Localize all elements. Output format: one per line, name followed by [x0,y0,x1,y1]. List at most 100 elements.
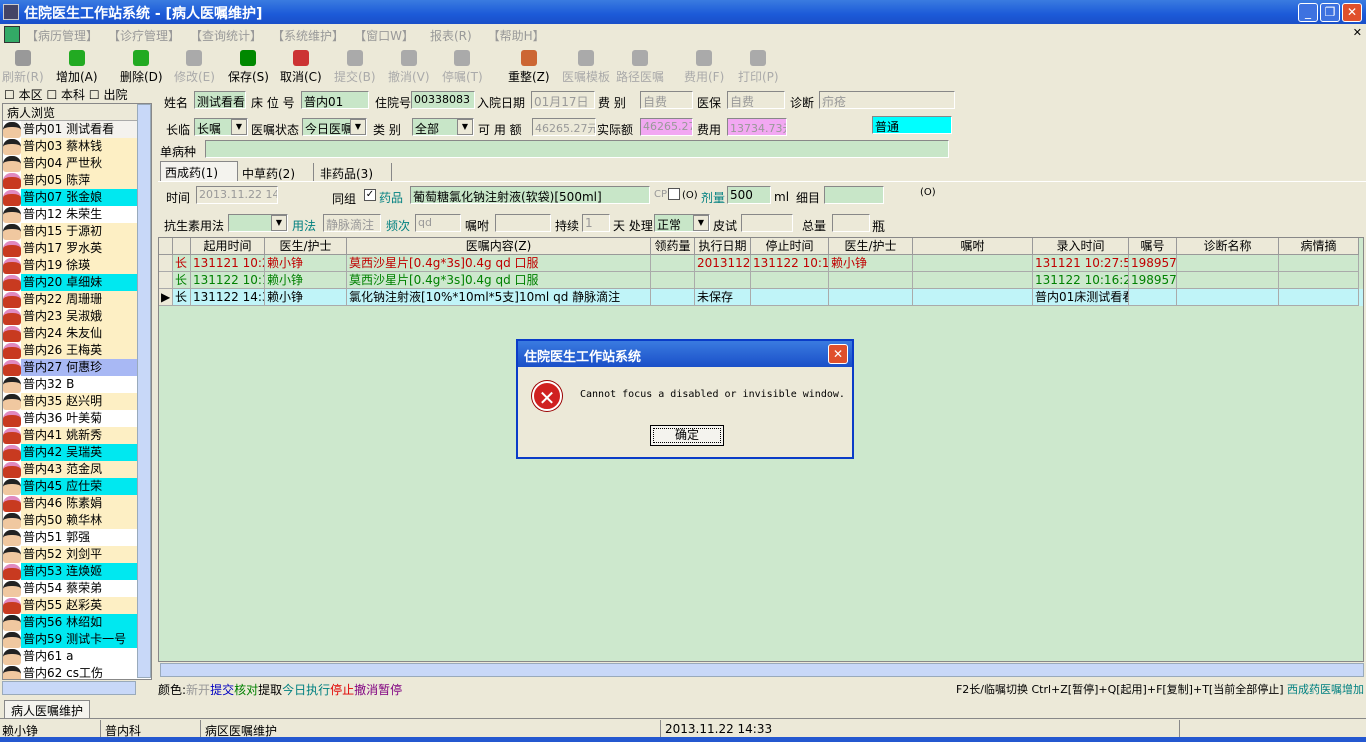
column-header[interactable]: 执行日期 [695,238,751,255]
patient-list-item[interactable]: 普内07 张金娘 [3,189,151,206]
patient-list-item[interactable]: 普内22 周珊珊 [3,291,151,308]
cp-checkbox[interactable] [668,188,680,200]
skin-test-field[interactable] [741,214,793,232]
patient-list-item[interactable]: 普内45 应仕荣 [3,478,151,495]
bed-field[interactable]: 普内01 [301,91,369,109]
column-header[interactable]: 录入时间 [1033,238,1129,255]
toolbar-button-reorganize[interactable]: 重整(Z) [508,46,550,86]
single-disease-field[interactable] [205,140,949,158]
filter-discharged-checkbox[interactable]: ☐ [89,88,100,102]
patient-list-item[interactable]: 普内19 徐瑛 [3,257,151,274]
patient-list-item[interactable]: 普内51 郭强 [3,529,151,546]
dialog-close-button[interactable]: ✕ [828,344,848,364]
patient-list-item[interactable]: 普内20 卓细妹 [3,274,151,291]
patient-list-item[interactable]: 普内59 测试卡一号 [3,631,151,648]
tab-chinese-herbal[interactable]: 中草药(2) [238,163,314,181]
antibiotic-select[interactable]: ▼ [228,214,288,232]
chevron-down-icon[interactable]: ▼ [457,119,473,135]
patient-list-item[interactable]: 普内54 蔡荣弟 [3,580,151,597]
menu-report[interactable]: 报表(R) [430,29,472,43]
column-header[interactable]: 起用时间 [191,238,265,255]
order-row[interactable]: ▶长131122 14:32赖小铮氯化钠注射液[10%*10ml*5支]10ml… [159,289,1363,306]
chevron-down-icon[interactable]: ▼ [231,119,247,135]
patient-list-item[interactable]: 普内50 赖华林 [3,512,151,529]
minimize-button[interactable]: _ [1298,3,1318,22]
drug-field[interactable]: 葡萄糖氯化钠注射液(软袋)[500ml] [410,186,650,204]
patient-list-item[interactable]: 普内05 陈萍 [3,172,151,189]
detail-field[interactable] [824,186,884,204]
patient-list-item[interactable]: 普内43 范金凤 [3,461,151,478]
patient-list-item[interactable]: 普内35 赵兴明 [3,393,151,410]
column-header[interactable] [173,238,191,255]
patient-list-item[interactable]: 普内52 刘剑平 [3,546,151,563]
menu-window[interactable]: 【窗口W】 [360,29,414,43]
tab-western-medicine[interactable]: 西成药(1) [160,161,238,182]
toolbar-button-save[interactable]: 保存(S) [228,46,269,86]
menu-help[interactable]: 【帮助H】 [488,29,545,43]
grid-hscrollbar[interactable] [160,663,1364,677]
patient-list-item[interactable]: 普内41 姚新秀 [3,427,151,444]
order-row[interactable]: 长131121 10:28赖小铮莫西沙星片[0.4g*3s]0.4g qd 口服… [159,255,1363,272]
window-tab-orders[interactable]: 病人医嘱维护 [4,700,90,718]
inpatient-no-field[interactable]: 00338083 [411,91,475,109]
menu-treatment[interactable]: 【诊疗管理】 [114,29,180,43]
column-header[interactable]: 嘱咐 [913,238,1033,255]
patient-list-item[interactable]: 普内42 吴瑞英 [3,444,151,461]
patient-list-item[interactable]: 普内32 B [3,376,151,393]
patient-list-item[interactable]: 普内12 朱荣生 [3,206,151,223]
name-field[interactable]: 测试看看 [194,91,246,109]
patient-list-vscrollbar[interactable] [137,104,151,678]
column-header[interactable]: 医嘱内容(Z) [347,238,651,255]
patient-list-item[interactable]: 普内24 朱友仙 [3,325,151,342]
filter-area-checkbox[interactable]: ☐ [4,88,15,102]
column-header[interactable]: 领药量 [651,238,695,255]
dialog-ok-button[interactable]: 确定 [650,425,724,446]
menu-query[interactable]: 【查询统计】 [196,29,262,43]
dose-field[interactable]: 500 [727,186,771,204]
duration-field[interactable]: 1 [582,214,610,232]
column-header[interactable]: 嘱号 [1129,238,1177,255]
patient-list-item[interactable]: 普内55 赵彩英 [3,597,151,614]
menu-medical-records[interactable]: 【病历管理】 [26,29,98,43]
close-button[interactable]: ✕ [1342,3,1362,22]
order-status-select[interactable]: 今日医嘱 ▼ [302,118,367,136]
chevron-down-icon[interactable]: ▼ [350,119,366,135]
patient-list-item[interactable]: 普内04 严世秋 [3,155,151,172]
restore-button[interactable]: ❐ [1320,3,1340,22]
group-checkbox[interactable]: ✓ [364,189,376,201]
column-header[interactable]: 病情摘 [1279,238,1359,255]
category-select[interactable]: 全部 ▼ [412,118,474,136]
column-header[interactable]: 停止时间 [751,238,829,255]
patient-list-item[interactable]: 普内56 林绍如 [3,614,151,631]
patient-list-item[interactable]: 普内46 陈素娟 [3,495,151,512]
chevron-down-icon[interactable]: ▼ [693,215,709,231]
mdi-close-button[interactable]: ✕ [1353,26,1362,39]
patient-list-item[interactable]: 普内03 蔡林钱 [3,138,151,155]
toolbar-button-add[interactable]: 增加(A) [56,46,98,86]
note-field[interactable] [495,214,551,232]
patient-list-item[interactable]: 普内15 于源初 [3,223,151,240]
patient-list-item[interactable]: 普内17 罗水英 [3,240,151,257]
chevron-down-icon[interactable]: ▼ [271,215,287,231]
column-header[interactable]: 诊断名称 [1177,238,1279,255]
patient-list-item[interactable]: 普内23 吴淑娥 [3,308,151,325]
patient-list-item[interactable]: 普内61 a [3,648,151,665]
patient-list-item[interactable]: 普内27 何惠珍 [3,359,151,376]
toolbar-button-undo[interactable]: 取消(C) [280,46,322,86]
patient-list-hscrollbar[interactable] [2,681,136,695]
column-header[interactable]: 医生/护士 [265,238,347,255]
tab-non-drug[interactable]: 非药品(3) [314,163,392,181]
total-field[interactable] [832,214,870,232]
column-header[interactable] [159,238,173,255]
order-row[interactable]: 长131122 10:18赖小铮莫西沙星片[0.4g*3s]0.4g qd 口服… [159,272,1363,289]
toolbar-button-delete[interactable]: 删除(D) [120,46,163,86]
menu-system[interactable]: 【系统维护】 [278,29,344,43]
filter-dept-checkbox[interactable]: ☐ [46,88,57,102]
patient-list-item[interactable]: 普内53 连焕姬 [3,563,151,580]
column-header[interactable]: 医生/护士 [829,238,913,255]
patient-list-item[interactable]: 普内36 叶美菊 [3,410,151,427]
patient-list-item[interactable]: 普内26 王梅英 [3,342,151,359]
patient-list-item[interactable]: 普内62 cs工伤 [3,665,151,679]
handle-select[interactable]: 正常 ▼ [654,214,710,232]
order-term-select[interactable]: 长嘱 ▼ [194,118,248,136]
